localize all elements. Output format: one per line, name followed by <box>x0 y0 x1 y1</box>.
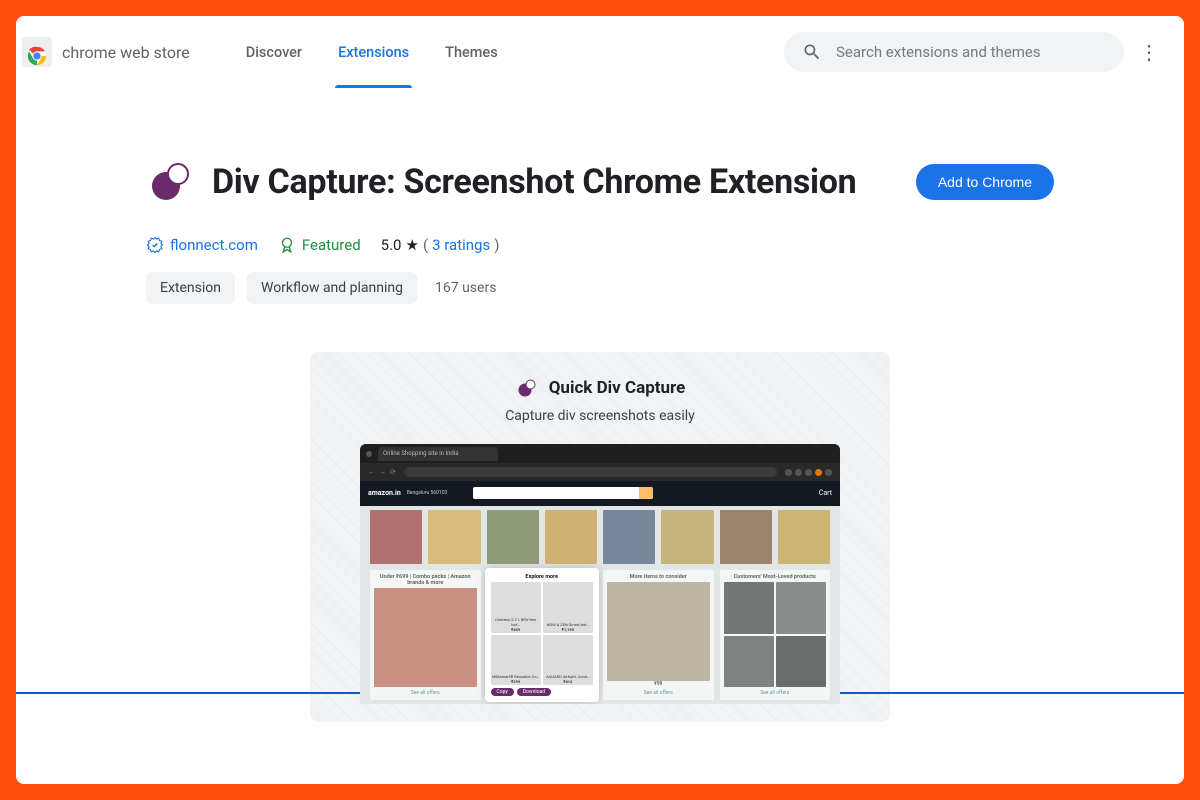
amazon-search <box>473 487 653 499</box>
rating-count-link[interactable]: 3 ratings <box>432 236 490 254</box>
download-button: Download <box>517 688 551 696</box>
extension-icon <box>146 158 194 206</box>
nav-tabs: Discover Extensions Themes <box>246 18 498 87</box>
amazon-header: amazon.in Bengaluru 560103 Cart <box>360 481 840 506</box>
meta-row-1: flonnect.com Featured 5.0 ★ (3 ratings) <box>146 236 1054 254</box>
tab-themes[interactable]: Themes <box>445 18 498 87</box>
chip-type[interactable]: Extension <box>146 272 235 304</box>
topbar: chrome web store Discover Extensions The… <box>16 16 1184 88</box>
search-input[interactable]: Search extensions and themes <box>784 32 1124 72</box>
content: Div Capture: Screenshot Chrome Extension… <box>16 88 1184 722</box>
browser-tab: Online Shopping site in India <box>378 447 498 461</box>
cart-icon: Cart <box>819 489 832 497</box>
tab-extensions[interactable]: Extensions <box>338 18 409 87</box>
chrome-store-logo <box>22 37 52 67</box>
users-count: 167 users <box>435 280 496 296</box>
verified-icon <box>146 236 164 254</box>
star-icon: ★ <box>406 236 419 254</box>
preview-screenshot: Online Shopping site in India ←→⟳ amazon… <box>360 444 840 704</box>
overflow-menu-icon[interactable]: ⋮ <box>1134 42 1164 62</box>
preview-card: Quick Div Capture Capture div screenshot… <box>310 352 890 722</box>
extension-header: Div Capture: Screenshot Chrome Extension… <box>146 88 1054 206</box>
preview-title: Quick Div Capture <box>549 378 686 398</box>
extension-title: Div Capture: Screenshot Chrome Extension <box>212 162 856 202</box>
page: chrome web store Discover Extensions The… <box>16 16 1184 784</box>
amz-card-1-highlighted: Explore more Omitano 2.2 L BPA-free bot…… <box>487 570 598 700</box>
rating: 5.0 ★ (3 ratings) <box>381 236 500 254</box>
outer-frame: chrome web store Discover Extensions The… <box>0 0 1200 800</box>
add-to-chrome-button[interactable]: Add to Chrome <box>916 164 1054 200</box>
chip-category[interactable]: Workflow and planning <box>247 272 417 304</box>
rating-value: 5.0 <box>381 236 402 254</box>
preview-icon <box>515 376 539 400</box>
url-bar <box>404 467 777 477</box>
copy-button: Copy <box>491 688 514 696</box>
amz-card-2: More items to consider ₹99 See all offer… <box>603 570 714 700</box>
preview-subtitle: Capture div screenshots easily <box>310 408 890 424</box>
tab-discover[interactable]: Discover <box>246 18 302 87</box>
search-icon <box>802 42 822 62</box>
meta-row-2: Extension Workflow and planning 167 user… <box>146 272 1054 304</box>
publisher-link[interactable]: flonnect.com <box>146 236 258 254</box>
publisher-text: flonnect.com <box>170 236 258 254</box>
featured-text: Featured <box>302 236 361 254</box>
award-icon <box>278 236 296 254</box>
store-name: chrome web store <box>62 43 190 62</box>
amazon-logo: amazon.in <box>368 489 401 497</box>
featured-badge: Featured <box>278 236 361 254</box>
amz-card-3: Customers' Most-Loved products See all o… <box>720 570 831 700</box>
search-placeholder: Search extensions and themes <box>836 43 1041 61</box>
amz-card-0: Under ₹699 | Combo packs | Amazon brands… <box>370 570 481 700</box>
preview-title-row: Quick Div Capture <box>310 376 890 400</box>
